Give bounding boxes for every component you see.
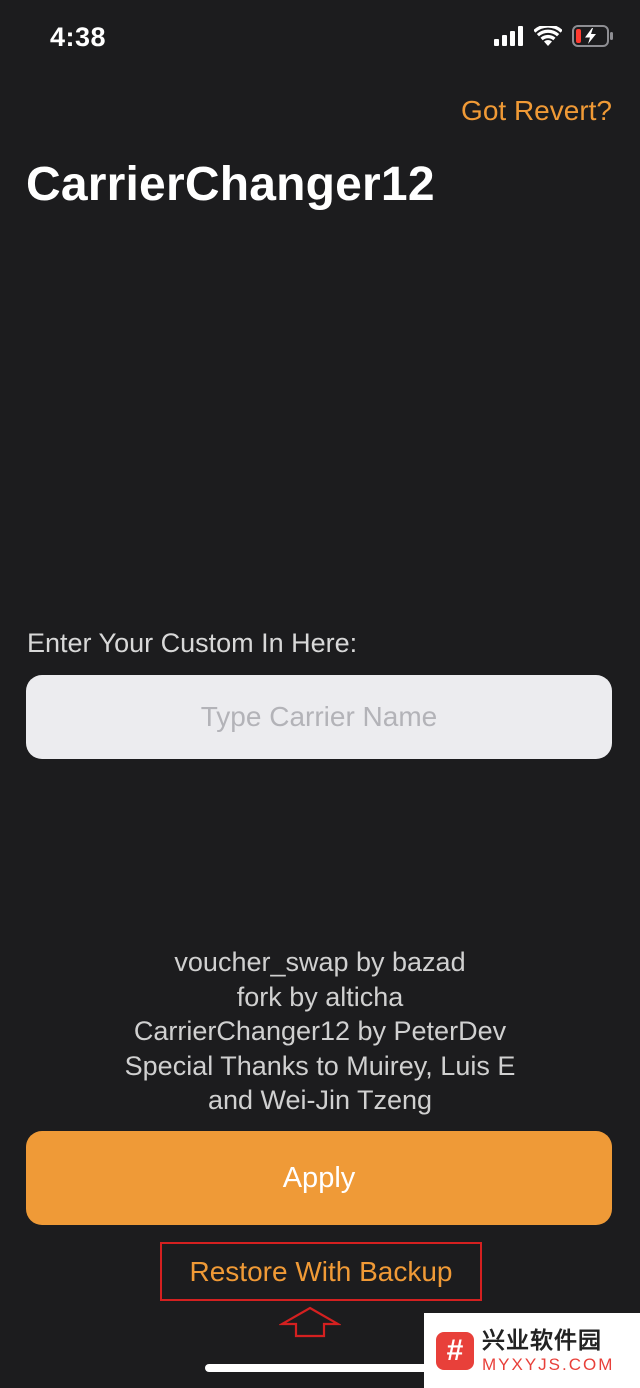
carrier-name-input[interactable]	[26, 675, 612, 759]
watermark-logo-icon: #	[436, 1331, 474, 1370]
status-time: 4:38	[50, 22, 107, 52]
restore-with-backup-button[interactable]: Restore With Backup	[160, 1242, 482, 1301]
credit-line: and Wei-Jin Tzeng	[207, 1085, 433, 1115]
apply-button[interactable]: Apply	[26, 1131, 612, 1225]
watermark-name: 兴业软件园	[482, 1326, 602, 1353]
annotation-arrow-up-icon	[277, 1306, 343, 1343]
home-indicator[interactable]	[205, 1364, 437, 1372]
watermark-text: 兴业软件园 MYXYJS.COM	[482, 1326, 615, 1374]
credit-line: Special Thanks to Muirey, Luis E	[124, 1050, 516, 1081]
battery-charging-icon	[572, 25, 614, 52]
custom-carrier-label: Enter Your Custom In Here:	[27, 628, 358, 658]
page-title: CarrierChanger12	[26, 158, 435, 211]
watermark: # 兴业软件园 MYXYJS.COM	[424, 1313, 640, 1388]
watermark-site: MYXYJS.COM	[482, 1354, 615, 1374]
status-icons	[494, 23, 614, 52]
wifi-icon	[533, 23, 563, 52]
credit-line: CarrierChanger12 by PeterDev	[133, 1016, 507, 1046]
credit-line: voucher_swap by bazad	[174, 947, 466, 977]
credit-line: fork by alticha	[236, 981, 404, 1012]
credits: voucher_swap by bazad fork by alticha Ca…	[0, 945, 640, 1118]
got-revert-link[interactable]: Got Revert?	[461, 95, 612, 127]
status-bar: 4:38	[0, 0, 640, 76]
cellular-signal-icon	[494, 26, 524, 51]
